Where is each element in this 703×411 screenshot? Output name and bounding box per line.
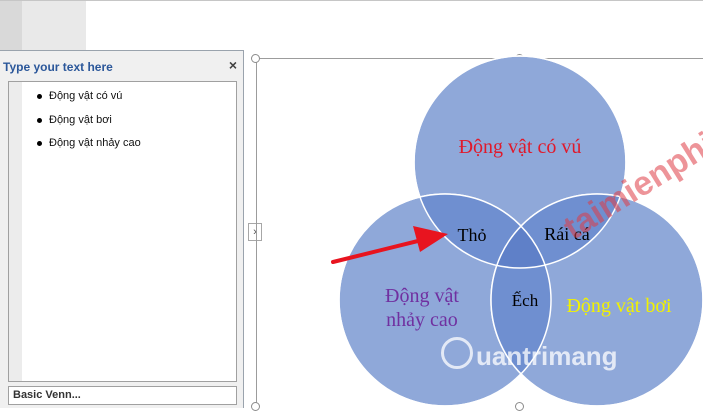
circle-label-mammals: Động vật có vú xyxy=(459,136,582,158)
circle-label-jumpers-line2: nhảy cao xyxy=(386,309,458,331)
circle-label-jumpers-line1: Động vật xyxy=(385,285,459,307)
watermark-bottom: uantrimang xyxy=(476,341,618,371)
circle-label-swimmers: Động vật bơi xyxy=(566,295,671,317)
overlap-label-rabbit: Thỏ xyxy=(458,225,487,245)
overlap-label-frog: Ếch xyxy=(512,291,539,310)
lightbulb-icon xyxy=(441,337,473,369)
